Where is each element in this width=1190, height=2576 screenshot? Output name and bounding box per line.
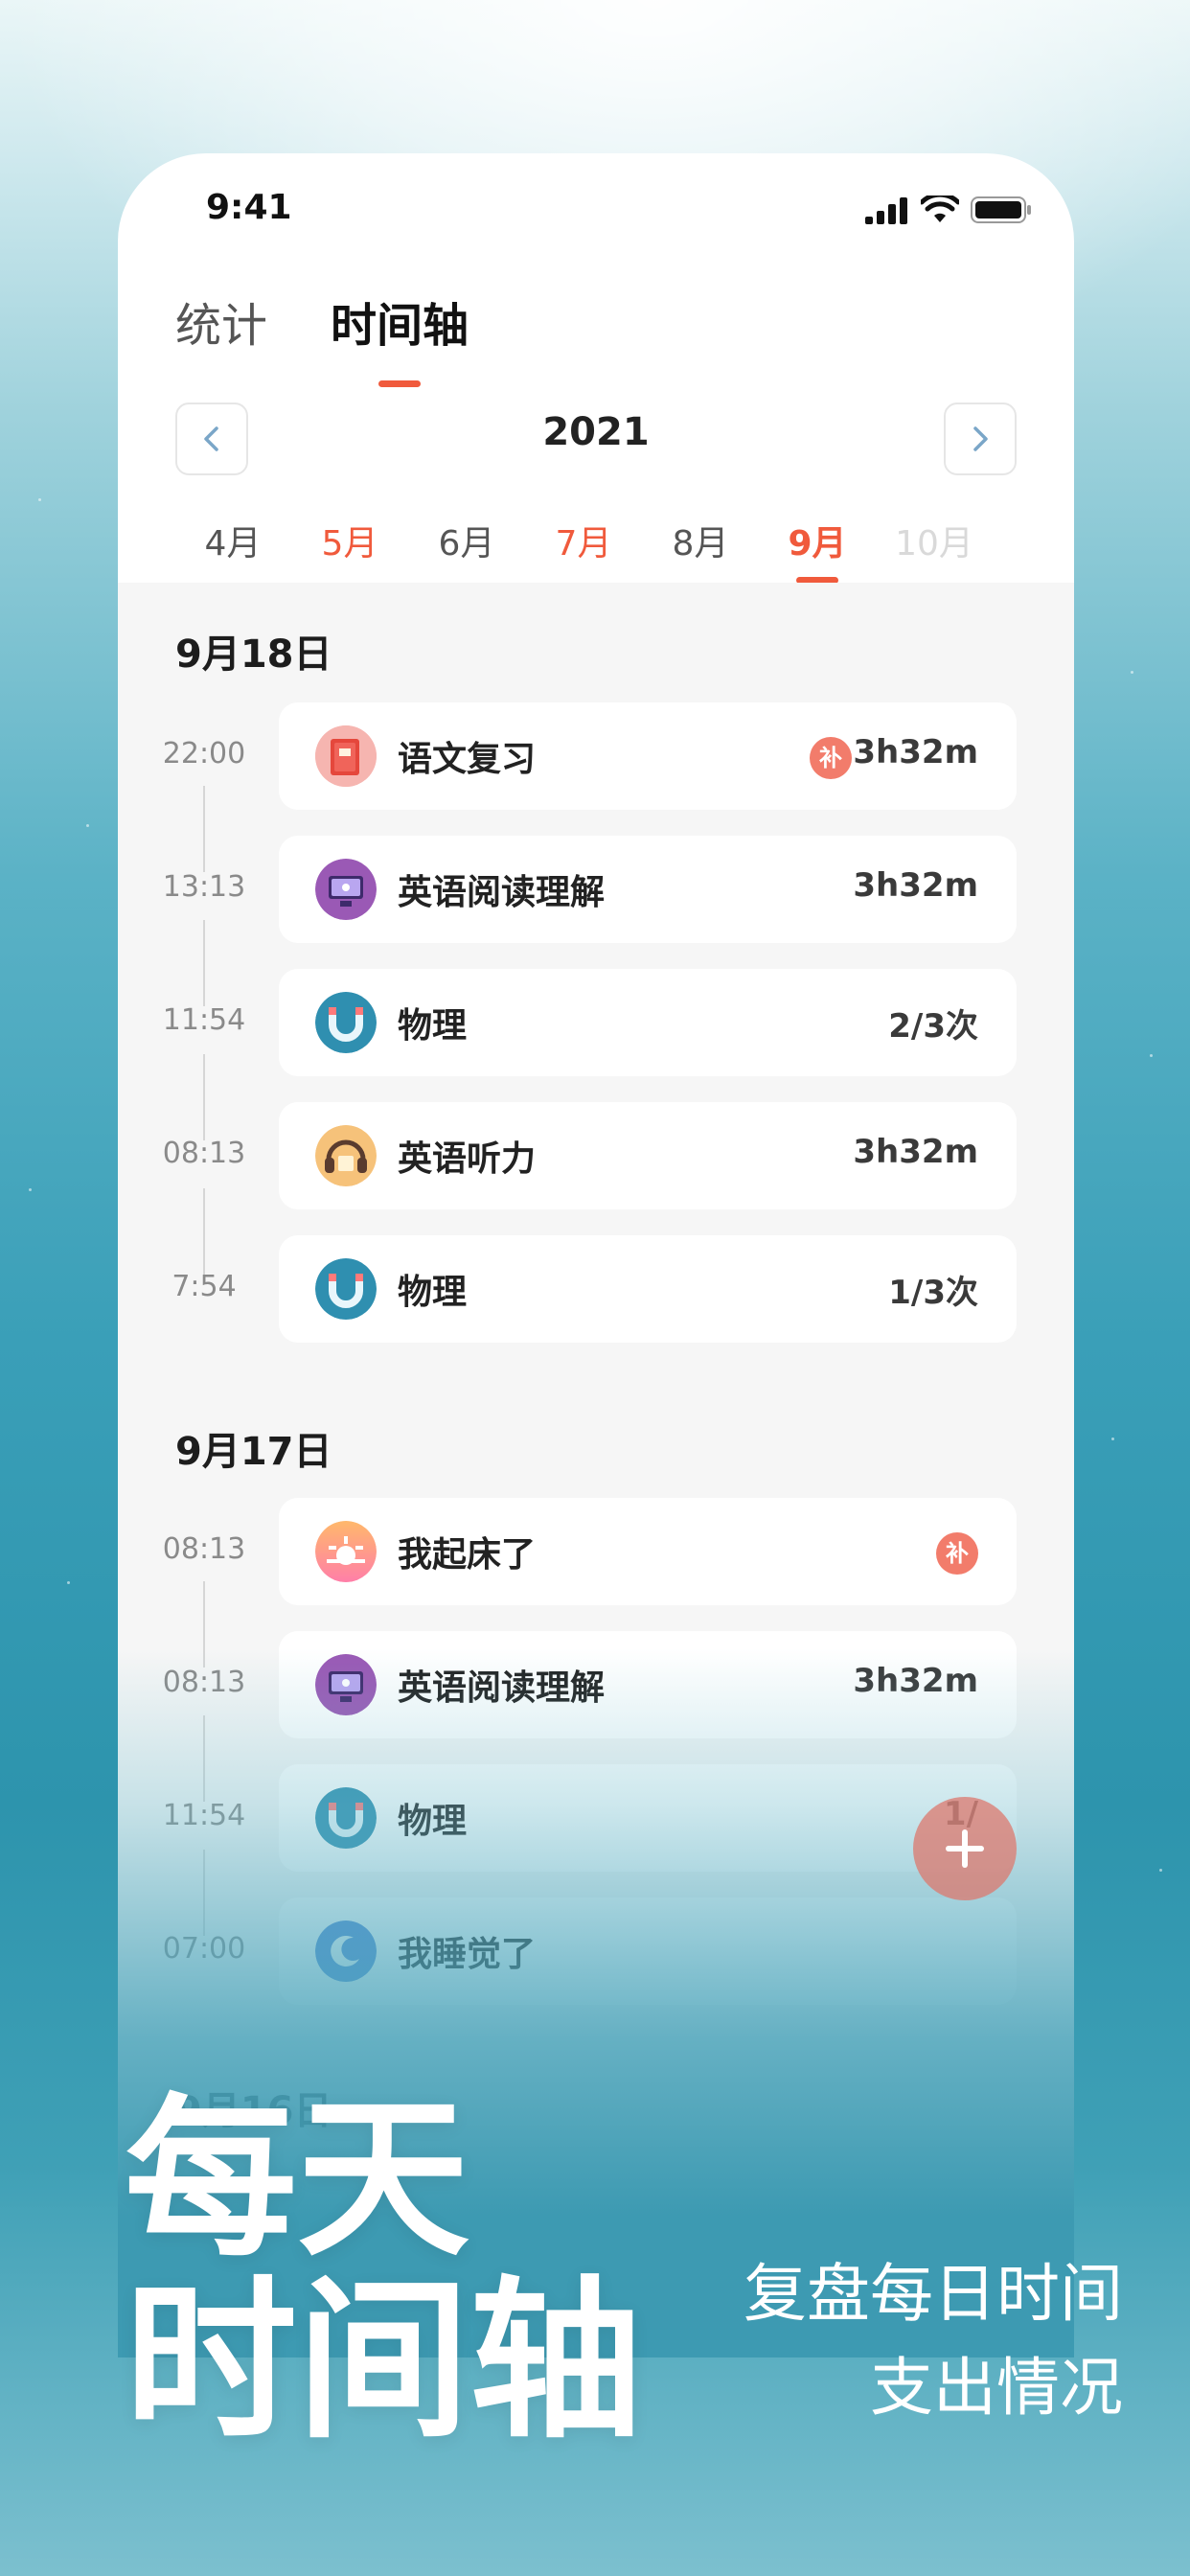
promo-screen: 9:41 统计 时间轴 2021 4月 5月 6月 7月 8月 9月 10月 9… (0, 0, 1190, 2576)
month-selector: 4月 5月 6月 7月 8月 9月 10月 (175, 516, 1017, 592)
promo-headline-line2: 时间轴 (125, 2262, 643, 2462)
promo-headline: 每天 时间轴 (125, 2089, 642, 2453)
sunrise-icon (315, 1521, 377, 1582)
battery-icon (971, 196, 1031, 223)
month-jun[interactable]: 6月 (419, 516, 515, 565)
entry-value: 3h32m (853, 866, 978, 905)
month-apr[interactable]: 4月 (185, 516, 281, 565)
promo-subtitle-line2: 支出情况 (870, 2351, 1123, 2425)
tab-active-indicator (378, 380, 422, 387)
month-sep[interactable]: 9月 (769, 516, 865, 584)
wifi-icon (921, 196, 959, 222)
entry-time: 13:13 (162, 870, 246, 904)
entry-name: 物理 (398, 1802, 468, 1841)
day-header: 9月18日 (175, 632, 332, 677)
magnet-icon (315, 992, 377, 1053)
plus-icon (946, 1829, 984, 1868)
entry-value: 1/3次 (888, 1274, 978, 1312)
status-bar: 9:41 (118, 153, 1074, 268)
red-book-icon (315, 725, 377, 787)
timeline-entry: 07:00 我睡觉了 (118, 1898, 1074, 2005)
year-label: 2021 (542, 410, 650, 454)
entry-card[interactable]: 物理 2/3次 (279, 969, 1017, 1076)
magnet-icon (315, 1787, 377, 1849)
entry-card[interactable]: 语文复习 补 3h32m (279, 702, 1017, 810)
entry-card[interactable]: 英语阅读理解 3h32m (279, 836, 1017, 943)
status-time: 9:41 (206, 188, 292, 227)
entry-card[interactable]: 我睡觉了 (279, 1898, 1017, 2005)
entry-time: 7:54 (172, 1270, 237, 1303)
entry-value: 3h32m (853, 1662, 978, 1700)
monitor-icon (315, 1654, 377, 1715)
tab-statistics[interactable]: 统计 (175, 288, 267, 355)
entry-time: 07:00 (162, 1932, 246, 1966)
entry-name: 语文复习 (398, 740, 537, 779)
day-header: 9月17日 (175, 1430, 332, 1474)
moon-icon (315, 1920, 377, 1982)
entry-name: 英语阅读理解 (398, 873, 606, 912)
entry-card[interactable]: 物理 1/3次 (279, 1235, 1017, 1343)
next-year-button[interactable] (944, 402, 1017, 475)
makeup-badge: 补 (936, 1532, 978, 1575)
timeline-entry: 08:13 英语听力 3h32m (118, 1102, 1074, 1209)
entry-name: 物理 (398, 1273, 468, 1312)
makeup-badge: 补 (810, 737, 852, 779)
promo-subtitle-line1: 复盘每日时间 (744, 2257, 1123, 2331)
month-may[interactable]: 5月 (302, 516, 398, 565)
status-icons (865, 196, 1032, 224)
entry-card[interactable]: 物理 1/ (279, 1764, 1017, 1872)
promo-headline-line1: 每天 (125, 2080, 470, 2280)
entry-name: 我起床了 (398, 1535, 537, 1575)
headphones-icon (315, 1125, 377, 1186)
month-jul[interactable]: 7月 (536, 516, 631, 565)
month-sep-label: 9月 (788, 524, 847, 564)
tab-timeline-label: 时间轴 (331, 299, 469, 353)
entry-time: 08:13 (162, 1137, 246, 1170)
entry-name: 物理 (398, 1006, 468, 1046)
entry-value: 3h32m (853, 733, 978, 771)
entry-time: 08:13 (162, 1666, 246, 1699)
entry-value: 3h32m (853, 1133, 978, 1171)
chevron-right-icon (973, 426, 988, 451)
entry-name: 英语阅读理解 (398, 1668, 606, 1708)
month-aug[interactable]: 8月 (652, 516, 748, 565)
entry-time: 11:54 (162, 1003, 246, 1037)
tab-timeline[interactable]: 时间轴 (331, 288, 469, 387)
entry-name: 我睡觉了 (398, 1935, 537, 1974)
entry-time: 22:00 (162, 737, 246, 770)
timeline-entry: 11:54 物理 2/3次 (118, 969, 1074, 1076)
timeline-entry: 13:13 英语阅读理解 3h32m (118, 836, 1074, 943)
add-entry-button[interactable] (913, 1797, 1017, 1900)
phone-mockup: 9:41 统计 时间轴 2021 4月 5月 6月 7月 8月 9月 10月 9… (118, 153, 1074, 2358)
timeline-entry: 7:54 物理 1/3次 (118, 1235, 1074, 1343)
entry-value: 2/3次 (888, 1007, 978, 1046)
monitor-icon (315, 859, 377, 920)
year-selector: 2021 (175, 402, 1017, 475)
tab-bar: 统计 时间轴 (175, 288, 469, 387)
entry-name: 英语听力 (398, 1139, 537, 1179)
entry-card[interactable]: 我起床了 补 (279, 1498, 1017, 1605)
entry-time: 08:13 (162, 1532, 246, 1566)
entry-time: 11:54 (162, 1799, 246, 1832)
signal-icon (865, 197, 907, 224)
entry-card[interactable]: 英语听力 3h32m (279, 1102, 1017, 1209)
entry-card[interactable]: 英语阅读理解 3h32m (279, 1631, 1017, 1738)
month-oct[interactable]: 10月 (886, 516, 982, 565)
timeline-entry: 08:13 英语阅读理解 3h32m (118, 1631, 1074, 1738)
promo-subtitle: 复盘每日时间 支出情况 (744, 2247, 1123, 2435)
timeline-entry: 08:13 我起床了 补 (118, 1498, 1074, 1605)
magnet-icon (315, 1258, 377, 1320)
timeline-entry: 22:00 语文复习 补 3h32m (118, 702, 1074, 810)
